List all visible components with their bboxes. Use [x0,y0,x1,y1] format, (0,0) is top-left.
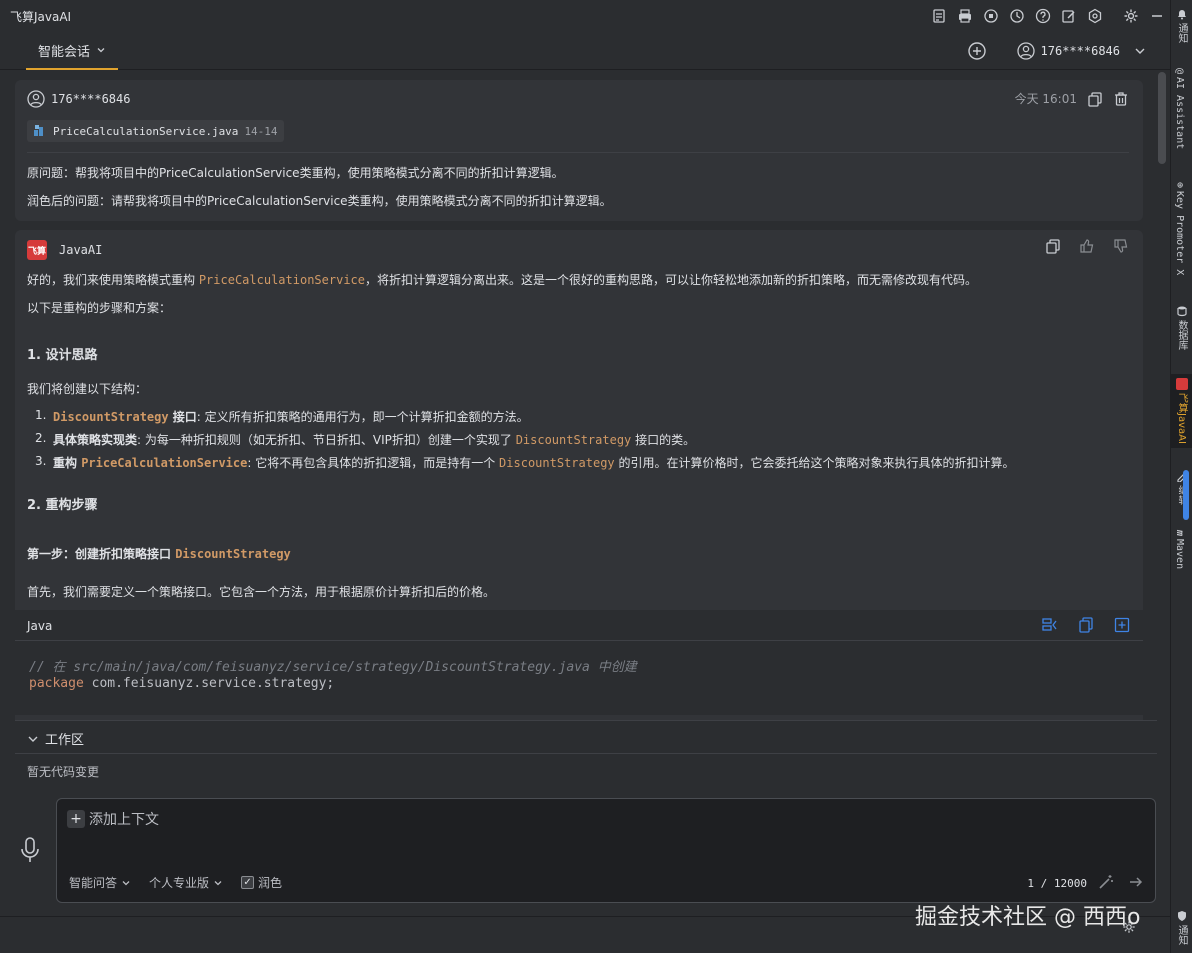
printer-icon[interactable] [952,3,978,29]
question-card: 176****6846 今天 16:01 PriceCalculationSer… [15,80,1143,221]
tool-window-feisuan-javaai[interactable]: 飞算JavaAI [1171,374,1192,448]
plus-icon: + [67,810,85,828]
answer-paragraph-3: 我们将创建以下结构： [27,382,148,396]
conversation-scrollbar[interactable] [1158,72,1166,164]
new-file-icon[interactable] [1113,616,1131,634]
add-context-label: 添加上下文 [89,812,159,828]
copy-code-icon[interactable] [1077,616,1095,634]
tab-smart-chat[interactable]: 智能会话 [26,32,119,70]
chevron-down-icon [122,880,130,885]
chevron-down-icon [214,880,222,885]
answer-paragraph-2: 以下是重构的步骤和方案： [27,301,172,315]
user-icon [27,90,45,108]
title-bar: 飞算JavaAI [0,0,1170,32]
title-toolbar [926,0,1170,32]
list-item: 1. DiscountStrategy 接口: 定义所有折扣策略的通用行为，即一… [35,408,529,424]
chat-input-box[interactable]: + 添加上下文 智能问答 个人专业版 ✓ 润色 1 / 12000 [56,798,1156,903]
bot-name: JavaAI [59,243,103,257]
minimize-icon[interactable] [1144,3,1170,29]
chevron-down-icon [28,736,38,742]
user-icon [1016,42,1035,60]
mode-dropdown[interactable]: 智能问答 [69,874,131,891]
chevron-down-icon [97,48,105,53]
workspace-toggle[interactable]: 工作区 [27,729,84,748]
database-icon [1176,306,1187,317]
edit-icon[interactable] [1056,3,1082,29]
code-comment-line: // 在 src/main/java/com/feisuanyz/service… [29,660,637,675]
code-package-line: package com.feisuanyz.service.strategy; [29,676,335,691]
thumbs-down-icon[interactable] [1113,238,1129,254]
list-item: 3. 重构 PriceCalculationService: 它将不再包含具体的… [35,454,1015,470]
file-icon [34,125,43,136]
step-heading: 第一步：创建折扣策略接口 DiscountStrategy [27,547,291,561]
at-icon: @ [1174,68,1185,75]
feisuan-logo: 飞算 [27,240,47,260]
divider [15,753,1157,754]
copy-icon[interactable] [1087,91,1103,107]
question-time: 今天 16:01 [1014,92,1077,106]
code-language: Java [27,619,53,633]
user-name: 176****6846 [1040,44,1120,58]
insert-code-icon[interactable] [1041,616,1059,634]
feisuan-logo-icon [1175,378,1188,390]
answer-paragraph-4: 首先，我们需要定义一个策略接口。它包含一个方法，用于根据原价计算折扣后的价格。 [27,585,496,599]
copy-icon[interactable] [1045,238,1061,254]
polished-question: 润色后的问题：请帮我将项目中的PriceCalculationService类重… [27,194,612,208]
shield-icon [1177,911,1186,921]
file-context-chip[interactable]: PriceCalculationService.java 14-14 [27,120,284,142]
strip-scroll-indicator[interactable] [1183,470,1189,520]
key-icon: ⊕ [1174,182,1185,189]
tool-window-notifications-bottom[interactable]: 通知 [1174,910,1189,945]
tool-window-key-promoter[interactable]: ⊕ Key Promoter X [1174,182,1185,275]
original-question: 原问题：帮我将项目中的PriceCalculationService类重构，使用… [27,166,564,180]
file-name: PriceCalculationService.java [53,124,239,138]
section-heading-1: 1. 设计思路 [27,348,98,363]
add-context-button[interactable]: + 添加上下文 [67,809,159,829]
tool-window-database[interactable]: 数据库 [1174,305,1189,350]
document-icon[interactable] [926,3,952,29]
check-icon: ✓ [241,876,255,889]
workspace-title: 工作区 [45,733,85,748]
polish-checkbox[interactable]: ✓ 润色 [241,874,282,891]
workspace-empty-text: 暂无代码变更 [27,765,100,779]
tab-bar: 智能会话 176****6846 [0,32,1170,70]
tool-window-maven[interactable]: m Maven [1174,530,1185,569]
history-icon[interactable] [1004,3,1030,29]
microphone-icon[interactable] [18,836,42,864]
section-heading-2: 2. 重构步骤 [27,498,98,513]
plugin-icon[interactable] [978,3,1004,29]
bell-icon [1177,10,1186,20]
list-item: 2. 具体策略实现类: 为每一种折扣规则（如无折扣、节日折扣、VIP折扣）创建一… [35,431,696,447]
answer-paragraph-1: 好的，我们来使用策略模式重构 PriceCalculationService，将… [27,273,978,287]
watermark: 掘金技术社区 @ 西西o [915,905,1141,930]
user-menu[interactable]: 176****6846 [1016,42,1146,60]
window-title: 飞算JavaAI [10,9,72,24]
new-chat-icon[interactable] [967,41,987,61]
help-icon[interactable] [1030,3,1056,29]
gear-icon[interactable] [1118,3,1144,29]
chevron-down-icon [1135,48,1145,54]
thumbs-up-icon[interactable] [1079,238,1095,254]
plan-dropdown[interactable]: 个人专业版 [149,874,223,891]
workspace-panel: 工作区 暂无代码变更 [15,720,1157,788]
input-zone: + 添加上下文 智能问答 个人专业版 ✓ 润色 1 / 12000 [0,788,1170,916]
divider [27,152,1129,153]
maven-icon: m [1174,530,1185,537]
question-user: 176****6846 [51,92,131,106]
magic-wand-icon[interactable] [1097,873,1115,891]
char-counter: 1 / 12000 [1027,877,1087,890]
tool-window-notifications[interactable]: 通知 [1174,8,1189,43]
settings-hex-icon[interactable] [1082,3,1108,29]
tool-window-ai-assistant[interactable]: @ AI Assistant [1174,68,1185,149]
delete-icon[interactable] [1113,91,1129,107]
code-block: Java // 在 src/main/java/com/feisuanyz/se… [15,610,1143,715]
file-lines: 14-14 [244,124,278,138]
tab-label: 智能会话 [38,44,91,60]
send-arrow-icon[interactable] [1127,873,1145,891]
